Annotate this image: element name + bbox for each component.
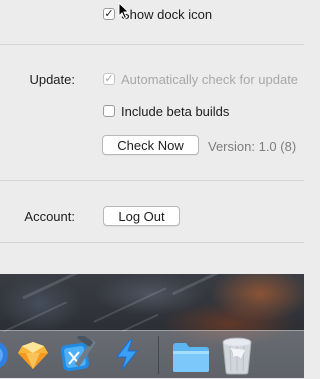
divider bbox=[0, 44, 304, 45]
preferences-window: ✓ Show dock icon Update: ✓ Automatically… bbox=[0, 0, 304, 274]
xcode-icon[interactable] bbox=[59, 336, 99, 374]
sketch-icon[interactable] bbox=[16, 338, 50, 372]
divider bbox=[0, 242, 304, 243]
include-beta-builds-label: Include beta builds bbox=[121, 104, 230, 119]
show-dock-icon-label: Show dock icon bbox=[121, 7, 213, 22]
auto-check-updates-checkbox[interactable]: ✓ bbox=[103, 73, 115, 85]
folder-icon[interactable] bbox=[170, 340, 212, 374]
show-dock-icon-checkbox[interactable]: ✓ bbox=[103, 8, 115, 20]
checkmark-icon: ✓ bbox=[104, 72, 114, 85]
update-section-label: Update: bbox=[29, 72, 75, 87]
account-section-label: Account: bbox=[24, 209, 75, 224]
divider bbox=[0, 180, 304, 181]
partial-app-icon[interactable] bbox=[0, 338, 8, 372]
auto-check-updates-label: Automatically check for update bbox=[121, 72, 299, 87]
dock-separator bbox=[158, 336, 159, 374]
checkmark-icon: ✓ bbox=[104, 7, 114, 20]
log-out-button[interactable]: Log Out bbox=[103, 206, 180, 226]
check-now-button[interactable]: Check Now bbox=[102, 135, 199, 155]
version-text: Version: 1.0 (8) bbox=[208, 139, 297, 154]
include-beta-builds-checkbox[interactable] bbox=[103, 105, 115, 117]
mouse-cursor-icon bbox=[118, 2, 130, 20]
lightning-icon[interactable] bbox=[112, 338, 142, 372]
trash-icon[interactable] bbox=[220, 336, 254, 376]
